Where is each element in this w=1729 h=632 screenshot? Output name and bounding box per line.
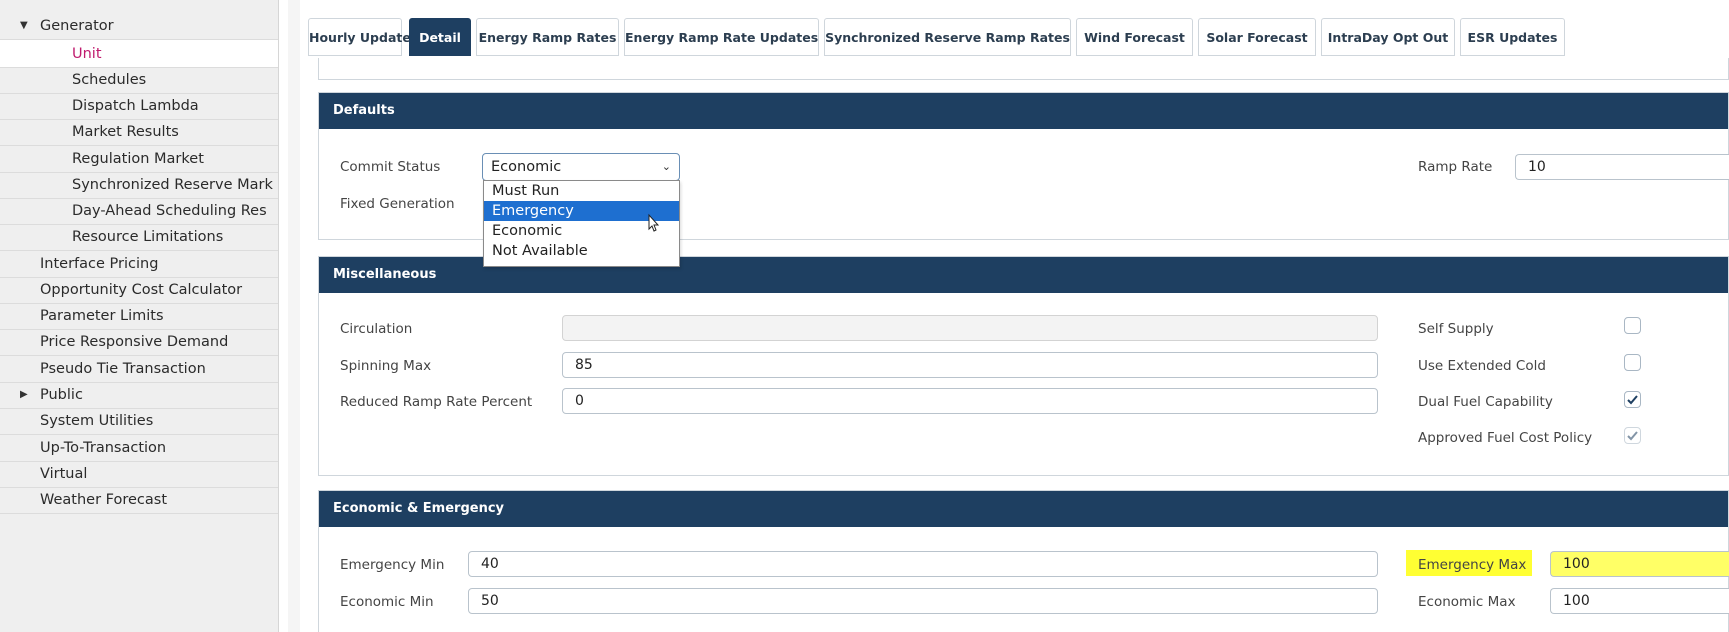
commit-status-select[interactable]: Economic ⌄ [482,153,680,181]
dual-fuel-capability-checkbox[interactable] [1624,391,1641,408]
circulation-input [562,315,1378,341]
tab-energy-ramp-rate-updates[interactable]: Energy Ramp Rate Updates [624,18,819,56]
sidebar-item-weather-forecast[interactable]: Weather Forecast [0,486,278,514]
emergency-max-label: Emergency Max [1418,557,1527,573]
mouse-cursor-icon [648,213,660,232]
use-extended-cold-label: Use Extended Cold [1418,358,1546,374]
ramp-rate-label: Ramp Rate [1418,159,1493,175]
sidebar-item-resource-limitations[interactable]: Resource Limitations [0,223,278,251]
sidebar-item-label: Day-Ahead Scheduling Res [72,203,267,219]
tab-wind-forecast[interactable]: Wind Forecast [1076,18,1193,56]
sidebar-item-generator[interactable]: ▼ Generator [0,12,278,40]
sidebar-item-virtual[interactable]: Virtual [0,460,278,488]
sidebar-item-label: System Utilities [40,413,154,429]
sidebar-item-label: Schedules [72,72,147,88]
check-icon [1627,395,1638,405]
sidebar-item-label: Interface Pricing [40,256,159,272]
economic-max-label: Economic Max [1418,594,1516,610]
sidebar-item-parameter-limits[interactable]: Parameter Limits [0,302,278,330]
spinning-max-label: Spinning Max [340,358,432,374]
approved-fuel-cost-policy-checkbox [1624,427,1641,444]
economic-min-label: Economic Min [340,594,434,610]
sidebar-item-label: Price Responsive Demand [40,334,229,350]
economic-min-input[interactable]: 50 [468,588,1378,614]
self-supply-checkbox[interactable] [1624,317,1641,334]
tab-solar-forecast[interactable]: Solar Forecast [1198,18,1316,56]
tab-intraday-opt-out[interactable]: IntraDay Opt Out [1321,18,1455,56]
reduced-ramp-rate-label: Reduced Ramp Rate Percent [340,394,533,410]
sidebar-item-pseudo-tie[interactable]: Pseudo Tie Transaction [0,355,278,383]
panel-title: Economic & Emergency [319,491,1728,527]
reduced-ramp-rate-input[interactable]: 0 [562,388,1378,414]
sidebar-item-price-responsive-demand[interactable]: Price Responsive Demand [0,328,278,356]
tab-detail[interactable]: Detail [409,18,471,56]
sidebar-nav: ▼ Generator Unit Schedules Dispatch Lamb… [0,0,279,632]
sidebar-item-label: Weather Forecast [40,492,168,508]
self-supply-label: Self Supply [1418,321,1494,337]
expand-right-icon: ▶ [20,389,28,400]
sidebar-item-system-utilities[interactable]: System Utilities [0,407,278,435]
sidebar-item-public[interactable]: ▶ Public [0,381,278,409]
sidebar-item-opportunity-cost[interactable]: Opportunity Cost Calculator [0,276,278,304]
economic-max-input[interactable]: 100 [1550,588,1729,614]
expand-down-icon: ▼ [20,20,28,31]
dual-fuel-capability-label: Dual Fuel Capability [1418,394,1553,410]
sidebar-item-day-ahead-scheduling[interactable]: Day-Ahead Scheduling Res [0,197,278,225]
sidebar-item-label: Regulation Market [72,151,204,167]
sidebar-item-label: Generator [40,18,114,34]
sidebar-item-label: Dispatch Lambda [72,98,199,114]
emergency-min-input[interactable]: 40 [468,551,1378,577]
emergency-max-input[interactable]: 100 [1550,551,1729,577]
circulation-label: Circulation [340,321,413,337]
tab-hourly-updates[interactable]: Hourly Updates [308,18,418,56]
sidebar-item-label: Market Results [72,124,179,140]
sidebar-item-label: Up-To-Transaction [40,440,167,456]
select-value: Economic [491,159,562,175]
sidebar-item-label: Public [40,387,83,403]
ramp-rate-input[interactable]: 10 [1515,154,1729,180]
tab-esr-updates[interactable]: ESR Updates [1460,18,1565,56]
sidebar-item-regulation-market[interactable]: Regulation Market [0,145,278,173]
sidebar-item-market-results[interactable]: Market Results [0,118,278,146]
sidebar-item-dispatch-lambda[interactable]: Dispatch Lambda [0,92,278,120]
commit-status-label: Commit Status [340,159,441,175]
spinning-max-input[interactable]: 85 [562,352,1378,378]
panel-title: Defaults [319,93,1728,129]
sidebar-item-label: Opportunity Cost Calculator [40,282,243,298]
sidebar-item-up-to-transaction[interactable]: Up-To-Transaction [0,434,278,462]
dropdown-option-must-run[interactable]: Must Run [484,181,679,201]
sidebar-item-label: Virtual [40,466,88,482]
check-icon [1627,431,1638,441]
sidebar-item-unit[interactable]: Unit [0,40,278,68]
dropdown-option-not-available[interactable]: Not Available [484,241,679,261]
sidebar-item-label: Synchronized Reserve Mark [72,177,273,193]
tab-energy-ramp-rates[interactable]: Energy Ramp Rates [476,18,619,56]
emergency-min-label: Emergency Min [340,557,445,573]
sidebar-item-label: Resource Limitations [72,229,224,245]
approved-fuel-cost-policy-label: Approved Fuel Cost Policy [1418,430,1593,446]
sidebar-item-schedules[interactable]: Schedules [0,66,278,94]
sidebar-item-interface-pricing[interactable]: Interface Pricing [0,250,278,278]
tab-synchronized-reserve-ramp-rates[interactable]: Synchronized Reserve Ramp Rates [824,18,1071,56]
sidebar-item-label: Unit [72,46,102,62]
sidebar-splitter [288,0,300,632]
tab-content-top [318,58,1729,80]
chevron-down-icon: ⌄ [661,160,671,173]
sidebar-item-synchronized-reserve[interactable]: Synchronized Reserve Mark [0,171,278,199]
fixed-generation-label: Fixed Generation [340,196,455,212]
sidebar-item-label: Pseudo Tie Transaction [40,361,206,377]
sidebar-item-label: Parameter Limits [40,308,164,324]
use-extended-cold-checkbox[interactable] [1624,354,1641,371]
